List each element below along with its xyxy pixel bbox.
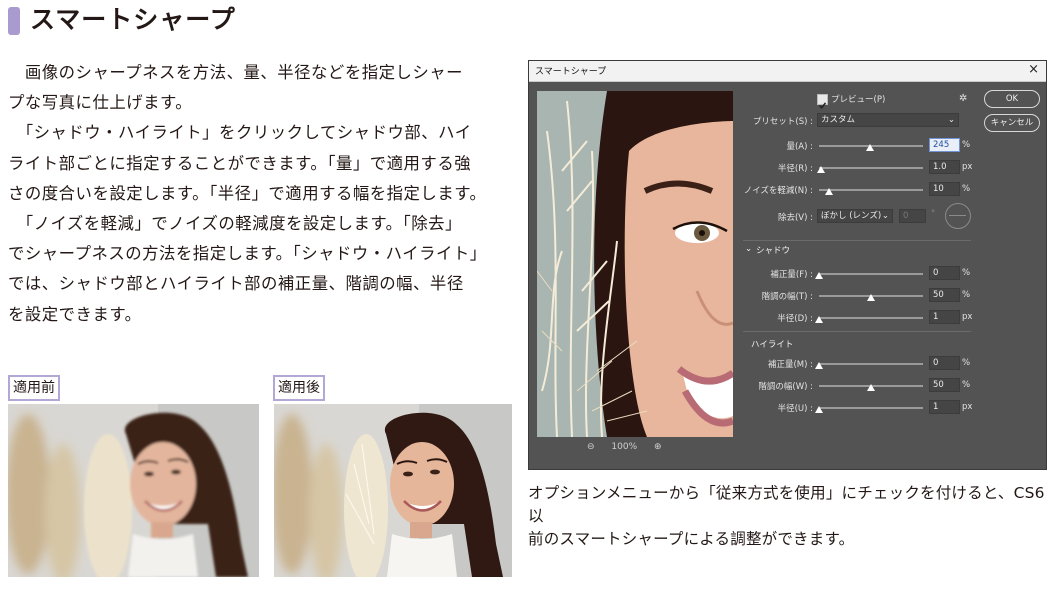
noise-unit: % — [962, 184, 971, 194]
close-icon[interactable]: × — [1028, 62, 1039, 77]
noise-label: ノイズを軽減(N) : — [743, 186, 813, 196]
highlight-fade-label: 補正量(M) : — [767, 360, 813, 370]
noise-slider-thumb[interactable] — [825, 188, 834, 195]
noise-slider-track[interactable] — [819, 189, 923, 191]
preview-image — [537, 91, 733, 437]
radius-slider-thumb[interactable] — [817, 166, 826, 173]
body-line: では、シャドウ部とハイライト部の補正量、階調の幅、半径 — [8, 274, 464, 294]
highlight-fade-slider-track[interactable] — [819, 363, 923, 365]
preview-label: プレビュー(P) — [831, 95, 886, 105]
preset-select[interactable]: カスタム ⌄ — [817, 113, 959, 127]
body-line: 「ノイズを軽減」でノイズの軽減度を設定します。「除去」 — [8, 214, 462, 234]
shadow-radius-label: 半径(D) : — [777, 314, 813, 324]
shadow-radius-slider-thumb[interactable] — [815, 316, 823, 323]
highlight-fade-slider-thumb[interactable] — [815, 362, 823, 369]
remove-label: 除去(V) : — [777, 213, 813, 223]
before-photo-image — [8, 404, 259, 577]
zoom-level: 100% — [611, 442, 638, 452]
highlight-radius-slider-track[interactable] — [819, 407, 923, 409]
shadow-tonal-field[interactable]: 50 — [929, 288, 960, 302]
body-line: さの度合いを設定します。「半径」で適用する幅を指定します。 — [8, 183, 487, 203]
highlight-radius-slider-thumb[interactable] — [815, 406, 823, 413]
highlight-fade-field[interactable]: 0 — [929, 356, 960, 370]
body-text: 画像のシャープネスを方法、量、半径などを指定しシャー プな写真に仕上げます。 「… — [8, 58, 494, 330]
shadow-fade-slider-thumb[interactable] — [815, 272, 823, 279]
after-label: 適用後 — [273, 375, 325, 401]
radius-unit: px — [962, 162, 973, 172]
ok-button[interactable]: OK — [984, 90, 1040, 108]
preview-checkbox[interactable] — [817, 94, 828, 109]
page-title: スマートシャープ — [30, 5, 236, 34]
highlight-radius-label: 半径(U) : — [777, 404, 813, 414]
remove-select[interactable]: ぼかし (レンズ) ⌄ — [817, 209, 893, 223]
divider — [743, 331, 971, 332]
body-line: 画像のシャープネスを方法、量、半径などを指定しシャー — [8, 63, 464, 82]
shadow-radius-field[interactable]: 1 — [929, 310, 960, 324]
divider — [743, 240, 971, 241]
after-photo — [274, 404, 512, 577]
smart-sharpen-dialog: スマートシャープ × ⊖ 100% ⊕ プレビュー(P) ✲ OK キャンセル … — [528, 60, 1047, 470]
highlight-radius-unit: px — [962, 402, 973, 412]
shadow-radius-unit: px — [962, 312, 973, 322]
caption-line: 前のスマートシャープによる調整ができます。 — [528, 529, 855, 548]
body-line: ライト部ごとに指定することができます。「量」で適用する強 — [8, 153, 472, 173]
shadow-tonal-label: 階調の幅(T) : — [761, 292, 813, 302]
body-line: プな写真に仕上げます。 — [8, 93, 193, 113]
highlight-tonal-label: 階調の幅(W) : — [758, 382, 813, 392]
chevron-down-icon: ⌄ — [947, 115, 955, 125]
radius-slider-track[interactable] — [819, 167, 923, 169]
highlight-tonal-slider-thumb[interactable] — [867, 384, 875, 391]
gear-icon[interactable]: ✲ — [959, 93, 967, 104]
amount-slider-thumb[interactable] — [865, 144, 874, 151]
preset-label: プリセット(S) : — [752, 117, 813, 127]
preset-value: カスタム — [821, 115, 856, 125]
amount-field[interactable]: 245 — [929, 138, 960, 152]
radius-label: 半径(R) : — [777, 164, 813, 174]
zoom-out-icon[interactable]: ⊖ — [587, 442, 595, 452]
body-line: 「シャドウ・ハイライト」をクリックしてシャドウ部、ハイ — [8, 123, 472, 143]
dialog-titlebar: スマートシャープ × — [529, 61, 1046, 82]
body-line: でシャープネスの方法を指定します。「シャドウ・ハイライト」 — [8, 244, 487, 264]
amount-label: 量(A) : — [786, 142, 813, 152]
highlight-fade-unit: % — [962, 358, 971, 368]
before-label: 適用前 — [8, 375, 60, 401]
caption-line: オプションメニューから「従来方式を使用」にチェックを付けると、CS6以 — [528, 484, 1045, 525]
shadow-section-title: シャドウ — [756, 246, 791, 256]
heading-accent-bar — [8, 7, 20, 35]
dialog-title: スマートシャープ — [535, 67, 607, 77]
cancel-button[interactable]: キャンセル — [984, 114, 1040, 132]
shadow-fade-unit: % — [962, 268, 971, 278]
highlight-tonal-unit: % — [962, 380, 971, 390]
angle-field[interactable]: 0 — [899, 209, 926, 223]
after-photo-image — [274, 404, 512, 577]
preview-face-image — [537, 91, 733, 437]
shadow-radius-slider-track[interactable] — [819, 317, 923, 319]
highlight-radius-field[interactable]: 1 — [929, 400, 960, 414]
highlight-tonal-field[interactable]: 50 — [929, 378, 960, 392]
dialog-caption: オプションメニューから「従来方式を使用」にチェックを付けると、CS6以 前のスマ… — [528, 482, 1050, 550]
highlight-section-title: ハイライト — [751, 340, 794, 350]
shadow-fade-label: 補正量(F) : — [770, 270, 813, 280]
zoom-controls: ⊖ 100% ⊕ — [587, 442, 676, 452]
chevron-down-icon: ⌄ — [881, 211, 889, 221]
before-photo — [8, 404, 259, 577]
degree-icon: ° — [931, 209, 936, 219]
check-icon — [818, 102, 827, 109]
noise-field[interactable]: 10 — [929, 182, 960, 196]
shadow-tonal-unit: % — [962, 290, 971, 300]
angle-dial-icon[interactable] — [945, 203, 971, 229]
remove-value: ぼかし (レンズ) — [821, 211, 882, 221]
body-line: を設定できます。 — [8, 304, 142, 324]
shadow-toggle-icon[interactable]: ⌄ — [745, 244, 752, 254]
shadow-fade-slider-track[interactable] — [819, 273, 923, 275]
shadow-tonal-slider-thumb[interactable] — [867, 294, 875, 301]
radius-field[interactable]: 1.0 — [929, 160, 960, 174]
shadow-fade-field[interactable]: 0 — [929, 266, 960, 280]
amount-unit: % — [962, 140, 971, 150]
zoom-in-icon[interactable]: ⊕ — [654, 442, 662, 452]
